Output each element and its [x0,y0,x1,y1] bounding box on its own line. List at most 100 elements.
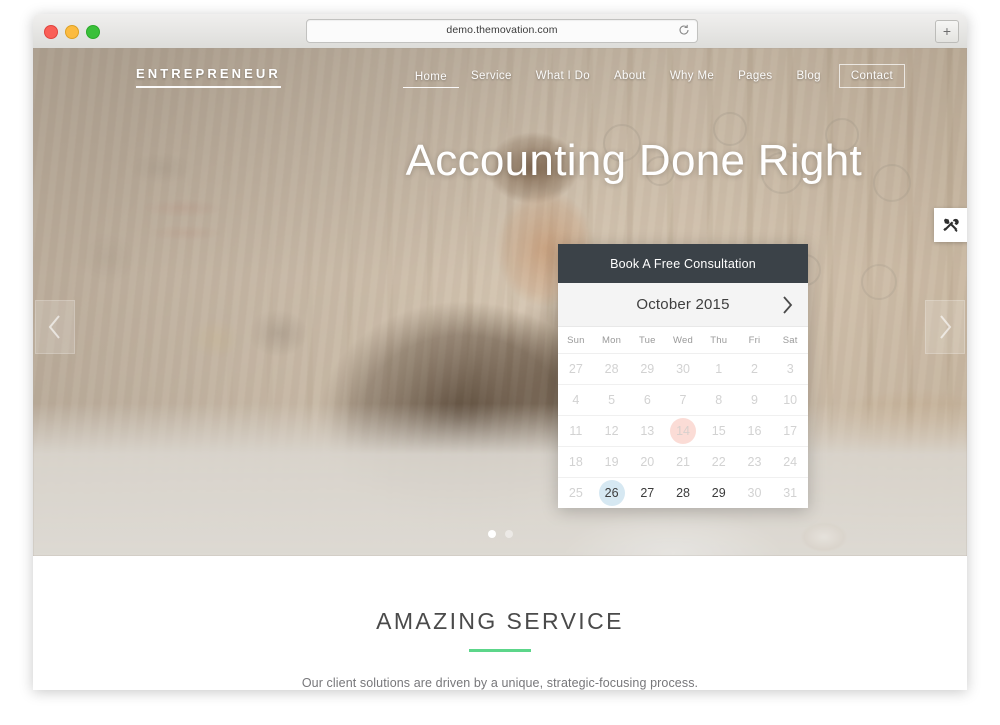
reload-icon[interactable] [678,24,690,37]
nav-item-pages[interactable]: Pages [726,64,784,88]
new-tab-button[interactable]: + [935,20,959,43]
service-subtitle: Our client solutions are driven by a uni… [301,675,699,690]
nav-item-contact[interactable]: Contact [838,64,905,88]
calendar-day-number: 4 [572,393,580,407]
weekday-wed: Wed [673,335,693,346]
calendar-week-row: 4 5 6 7 8 9 10 [558,385,808,416]
calendar-day-cell[interactable]: 27 [629,478,665,508]
calendar-day-cell: 24 [772,447,808,477]
calendar-day-number: 29 [640,362,655,376]
address-bar[interactable]: demo.themovation.com [306,19,698,43]
calendar-day-number: 30 [747,486,762,500]
calendar-day-number: 11 [569,424,583,438]
chevron-right-icon [940,315,952,339]
window-traffic-lights [44,25,100,39]
weekday-sun: Sun [567,335,585,346]
calendar-header: October 2015 [558,283,808,327]
calendar-day-cell: 9 [737,385,773,415]
carousel-dots [33,530,967,538]
calendar-day-number: 9 [750,393,758,407]
calendar-day-number: 12 [604,424,619,438]
calendar-day-number: 24 [783,455,798,469]
carousel-next-button[interactable] [925,300,965,354]
calendar-day-number: 18 [568,455,583,469]
calendar-day-cell: 1 [701,354,737,384]
calendar-day-cell: 7 [665,385,701,415]
nav-item-home[interactable]: Home [402,65,459,88]
calendar-day-cell: 16 [737,416,773,446]
calendar-grid: 27 28 29 30 1 2 3 4 5 6 7 8 9 10 11 12 13 14 15 16 17 18 19 20 2… [558,354,808,508]
calendar-day-number: 17 [783,424,798,438]
calendar-day-number: 26 [604,486,619,500]
calendar-day-number: 7 [679,393,687,407]
weekday-tue: Tue [638,335,656,346]
calendar-week-row: 25 26 27 28 29 30 31 [558,478,808,508]
service-section: AMAZING SERVICE Our client solutions are… [33,556,967,690]
calendar-week-row: 18 19 20 21 22 23 24 [558,447,808,478]
close-window-button[interactable] [44,25,58,39]
calendar-day-cell: 13 [629,416,665,446]
hero-headline: Accounting Done Right [405,136,862,185]
main-navigation: Home Service What I Do About Why Me Page… [402,64,905,88]
nav-item-what-i-do[interactable]: What I Do [524,64,602,88]
calendar-day-number: 31 [783,486,798,500]
section-divider [469,649,531,652]
calendar-day-number: 1 [715,362,723,376]
nav-item-why-me[interactable]: Why Me [658,64,726,88]
hero-overlay-tint [33,48,967,556]
calendar-day-cell[interactable]: 29 [701,478,737,508]
calendar-day-number: 14 [676,424,690,438]
calendar-day-number: 21 [676,455,690,469]
carousel-dot-2[interactable] [504,530,513,538]
weekday-sat: Sat [782,335,798,346]
calendar-day-number: 23 [747,455,762,469]
site-logo[interactable]: ENTREPRENEUR [136,66,281,88]
calendar-day-number: 8 [715,393,723,407]
calendar-day-number: 28 [604,362,619,376]
booking-widget-title: Book A Free Consultation [558,244,808,292]
weekday-thu: Thu [710,335,728,346]
calendar-day-cell: 15 [701,416,737,446]
chevron-left-icon [48,315,60,339]
calendar-day-number: 6 [643,393,651,407]
calendar-day-cell: 20 [629,447,665,477]
calendar-day-cell: 31 [772,478,808,508]
page-viewport: ENTREPRENEUR Home Service What I Do Abou… [33,48,967,690]
calendar-day-number: 27 [640,486,655,500]
calendar-weekday-row: Sun Mon Tue Wed Thu Fri Sat [558,327,808,354]
nav-item-blog[interactable]: Blog [784,64,832,88]
calendar-day-number: 5 [608,393,616,407]
calendar-day-cell: 12 [594,416,630,446]
weekday-mon: Mon [602,335,622,346]
nav-item-service[interactable]: Service [459,64,524,88]
calendar-day-cell: 8 [701,385,737,415]
calendar-day-cell: 18 [558,447,594,477]
service-heading: AMAZING SERVICE [376,608,624,634]
calendar-next-month-button[interactable] [781,295,794,320]
nav-item-about[interactable]: About [602,64,658,88]
calendar-day-cell[interactable]: 26 [594,478,630,508]
hero-slider: ENTREPRENEUR Home Service What I Do Abou… [33,48,967,556]
chevron-right-icon [783,296,793,314]
calendar-day-number: 30 [676,362,690,376]
calendar-day-cell[interactable]: 14 [665,416,701,446]
site-header: ENTREPRENEUR Home Service What I Do Abou… [33,48,967,106]
calendar-day-cell[interactable]: 28 [665,478,701,508]
calendar-day-cell: 25 [558,478,594,508]
calendar-day-number: 28 [676,486,690,500]
maximize-window-button[interactable] [86,25,100,39]
calendar-day-number: 3 [786,362,794,376]
carousel-prev-button[interactable] [35,300,75,354]
carousel-dot-1[interactable] [487,530,496,538]
calendar-day-cell: 4 [558,385,594,415]
browser-window: demo.themovation.com + ENTREPRENEUR Home… [33,14,967,690]
tools-icon [943,218,959,232]
theme-options-button[interactable] [934,208,967,242]
calendar-day-cell: 30 [665,354,701,384]
calendar-day-cell: 19 [594,447,630,477]
minimize-window-button[interactable] [65,25,79,39]
calendar-day-number: 16 [747,424,762,438]
calendar-day-cell: 17 [772,416,808,446]
calendar-day-number: 2 [750,362,758,376]
calendar-day-number: 19 [604,455,619,469]
